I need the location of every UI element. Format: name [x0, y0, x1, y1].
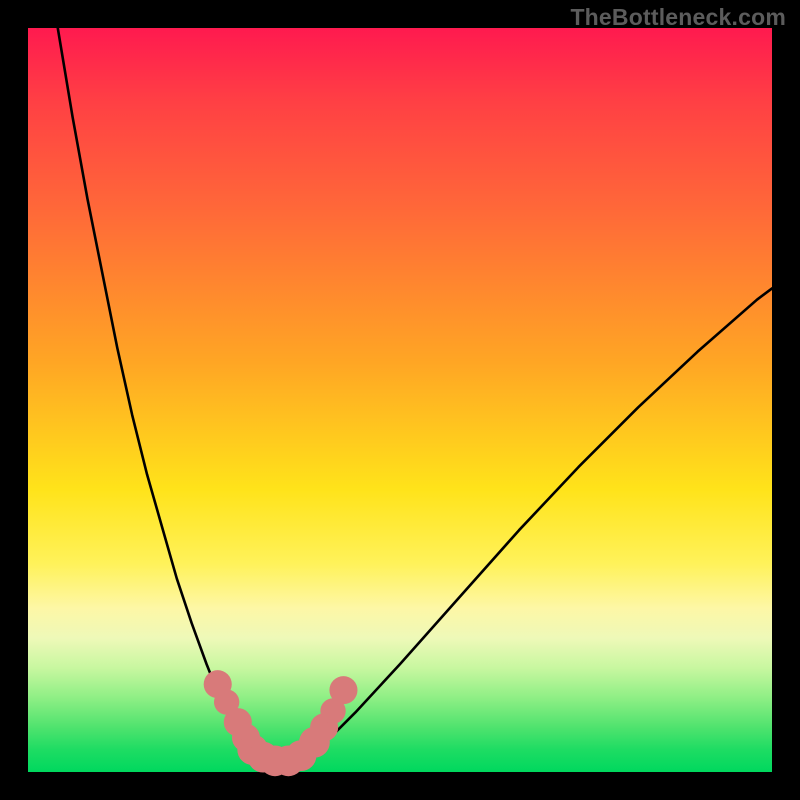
left-curve [58, 28, 259, 759]
right-curve [303, 288, 772, 757]
curve-group [58, 28, 772, 763]
watermark-text: TheBottleneck.com [570, 4, 786, 31]
right-marker-4 [329, 676, 357, 704]
marker-group [204, 670, 358, 776]
chart-svg [28, 28, 772, 772]
chart-frame: TheBottleneck.com [0, 0, 800, 800]
